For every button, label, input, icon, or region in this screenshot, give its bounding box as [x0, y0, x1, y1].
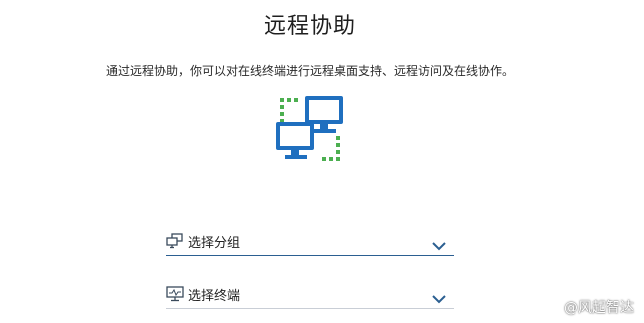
select-terminal-dropdown[interactable]: 选择终端 — [166, 282, 454, 309]
terminal-monitor-icon — [166, 286, 184, 302]
chevron-down-icon[interactable] — [432, 236, 446, 251]
watermark: @风起智达 — [564, 300, 634, 316]
select-terminal-label: 选择终端 — [188, 289, 241, 304]
hero-illustration — [272, 92, 348, 166]
remote-assist-page: 远程协助 通过远程协助，你可以对在线终端进行远程桌面支持、远程访问及在线协作。 — [0, 0, 644, 323]
group-computers-icon — [166, 233, 184, 249]
monitor-front — [276, 122, 314, 159]
page-title: 远程协助 — [263, 14, 356, 39]
select-group-dropdown[interactable]: 选择分组 — [166, 229, 454, 256]
select-group-label: 选择分组 — [188, 236, 241, 251]
chevron-down-icon[interactable] — [432, 289, 446, 304]
remote-computers-icon — [276, 96, 343, 161]
page-description: 通过远程协助，你可以对在线终端进行远程桌面支持、远程访问及在线协作。 — [105, 64, 514, 78]
